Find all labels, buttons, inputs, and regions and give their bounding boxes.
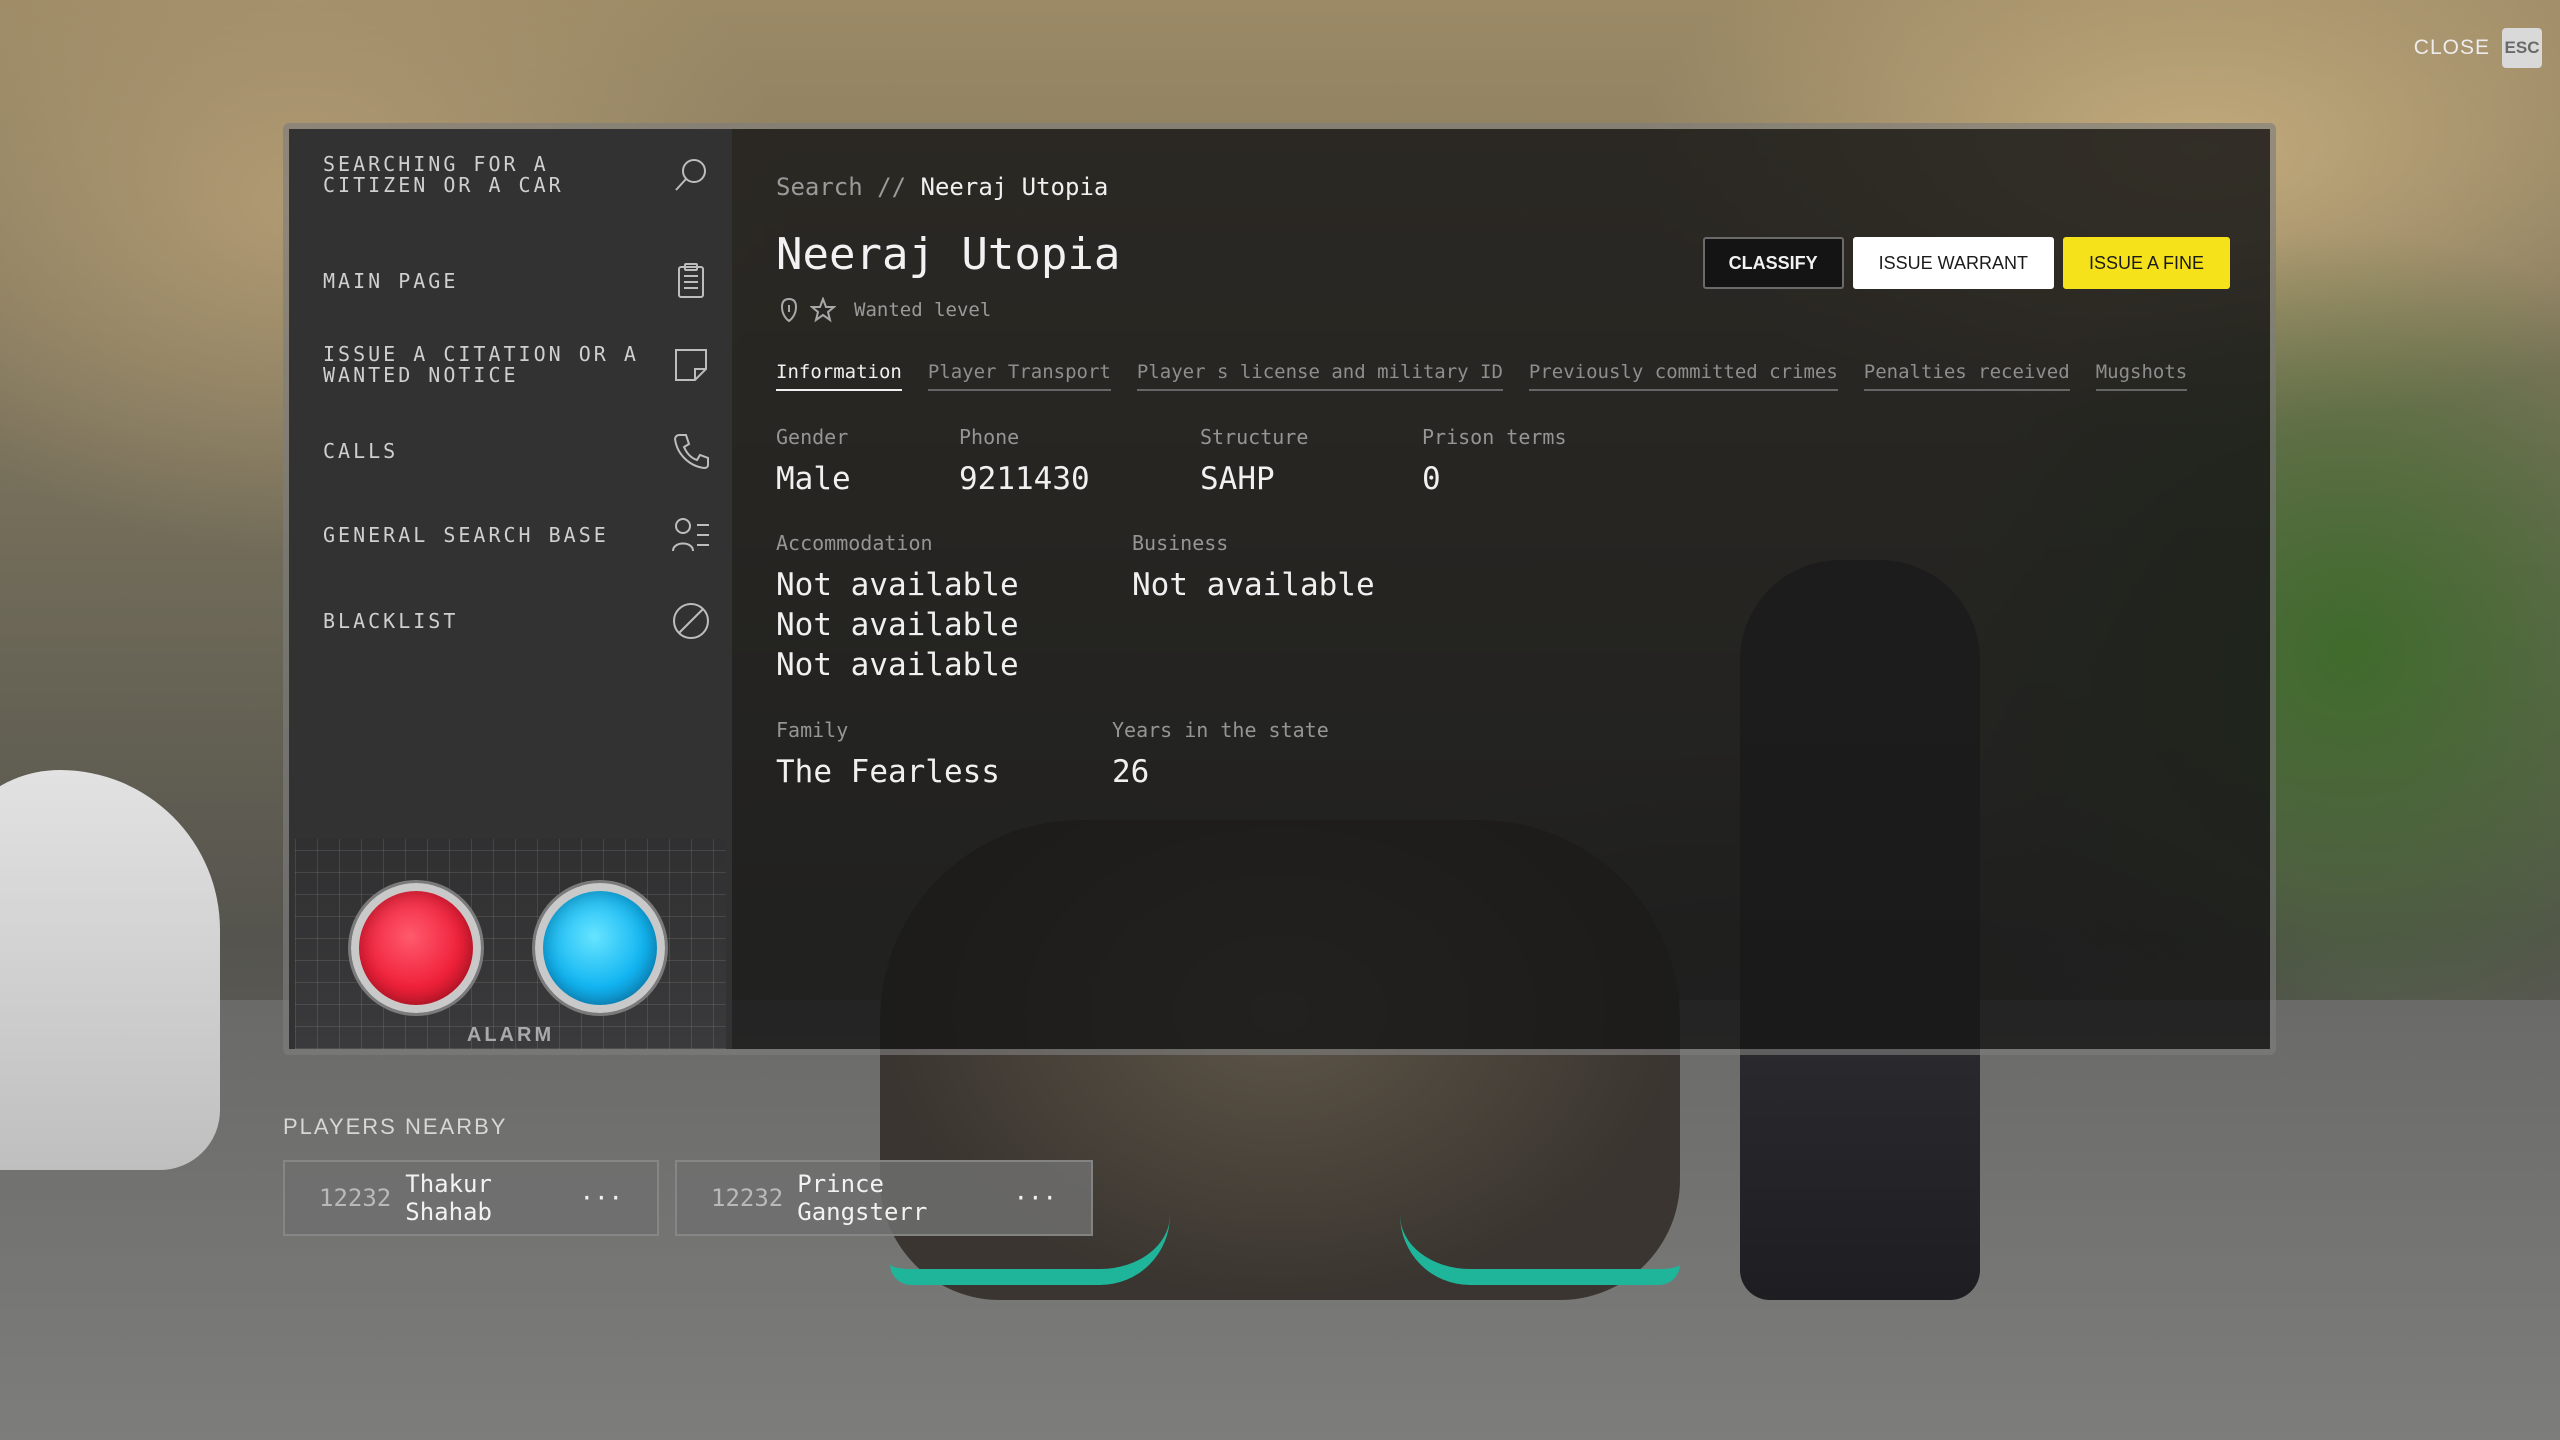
- alarm-red-button[interactable]: [351, 883, 481, 1013]
- accommodation-label: Accommodation: [776, 531, 933, 555]
- alarm-blue-button[interactable]: [535, 883, 665, 1013]
- note-icon: [669, 343, 713, 387]
- family-label: Family: [776, 718, 849, 742]
- sidebar: SEARCHING FOR A CITIZEN OR A CAR MAIN PA…: [289, 129, 732, 1049]
- user-list-icon: [669, 513, 713, 557]
- sidebar-item-blacklist[interactable]: BLACKLIST: [323, 599, 713, 643]
- nearby-player-card[interactable]: 12232 Thakur Shahab ···: [283, 1160, 659, 1236]
- structure-field: Structure SAHP: [1200, 425, 1308, 499]
- sidebar-item-search[interactable]: SEARCHING FOR A CITIZEN OR A CAR: [323, 153, 713, 197]
- phone-field: Phone 9211430: [959, 425, 1090, 499]
- prison-terms-label: Prison terms: [1422, 425, 1567, 449]
- sidebar-item-general-search[interactable]: GENERAL SEARCH BASE: [323, 513, 713, 557]
- action-buttons: CLASSIFY ISSUE WARRANT ISSUE A FINE: [1702, 237, 2230, 289]
- content-area: Search // Neeraj Utopia Neeraj Utopia Wa…: [732, 129, 2270, 1049]
- gender-field: Gender Male: [776, 425, 851, 499]
- sidebar-item-label: GENERAL SEARCH BASE: [323, 522, 609, 547]
- accommodation-value: Not available: [776, 607, 1019, 643]
- star-icon: [810, 297, 836, 323]
- tab-player-transport[interactable]: Player Transport: [927, 361, 1111, 391]
- tab-bar: Information Player Transport Player s li…: [776, 361, 2188, 391]
- issue-fine-button[interactable]: ISSUE A FINE: [2062, 237, 2230, 289]
- player-name: Prince Gangsterr: [797, 1170, 928, 1226]
- player-name: Thakur Shahab: [405, 1170, 492, 1226]
- shield-icon: [780, 297, 798, 323]
- tab-penalties[interactable]: Penalties received: [1863, 361, 2070, 391]
- players-nearby-title: PLAYERS NEARBY: [283, 1114, 508, 1139]
- family-field: Family The Fearless: [776, 718, 1000, 792]
- phone-label: Phone: [959, 425, 1020, 449]
- background-car-light-right: [1400, 1215, 1680, 1285]
- phone-icon: [669, 429, 713, 473]
- accommodation-value: Not available: [776, 647, 1019, 683]
- years-value: 26: [1112, 754, 1150, 790]
- breadcrumb: Search // Neeraj Utopia: [776, 173, 1108, 201]
- player-id: 12232: [711, 1184, 784, 1212]
- tab-information[interactable]: Information: [776, 361, 902, 391]
- years-label: Years in the state: [1112, 718, 1329, 742]
- breadcrumb-root[interactable]: Search: [776, 173, 863, 201]
- sidebar-item-label: SEARCHING FOR A CITIZEN OR A CAR: [323, 152, 564, 197]
- accommodation-value: Not available: [776, 567, 1019, 603]
- years-field: Years in the state 26: [1112, 718, 1329, 792]
- breadcrumb-current: Neeraj Utopia: [920, 173, 1109, 201]
- more-options-icon[interactable]: ···: [1014, 1184, 1057, 1212]
- wanted-level-label: Wanted level: [854, 299, 992, 321]
- sidebar-item-label: CALLS: [323, 438, 399, 463]
- alarm-label: ALARM: [466, 1024, 555, 1046]
- close-control[interactable]: CLOSE ESC: [2414, 28, 2542, 68]
- block-icon: [669, 599, 713, 643]
- business-value: Not available: [1132, 567, 1375, 603]
- business-label: Business: [1132, 531, 1229, 555]
- wanted-level: Wanted level: [776, 297, 991, 323]
- accommodation-field: Accommodation Not available Not availabl…: [776, 531, 1019, 685]
- nearby-player-card[interactable]: 12232 Prince Gangsterr ···: [675, 1160, 1093, 1236]
- phone-value: 9211430: [959, 461, 1090, 497]
- search-icon: [669, 153, 713, 197]
- clipboard-icon: [669, 259, 713, 303]
- structure-label: Structure: [1200, 425, 1309, 449]
- prison-terms-value: 0: [1422, 461, 1441, 497]
- structure-value: SAHP: [1200, 461, 1275, 497]
- sidebar-item-label: ISSUE A CITATION OR A WANTED NOTICE: [323, 342, 639, 387]
- page-title: Neeraj Utopia: [776, 229, 1121, 280]
- issue-warrant-button[interactable]: ISSUE WARRANT: [1852, 237, 2054, 289]
- sidebar-item-label: BLACKLIST: [323, 608, 459, 633]
- tab-previous-crimes[interactable]: Previously committed crimes: [1528, 361, 1838, 391]
- sidebar-item-main-page[interactable]: MAIN PAGE: [323, 259, 713, 303]
- esc-key[interactable]: ESC: [2502, 28, 2542, 68]
- close-label: CLOSE: [2413, 36, 2490, 59]
- classify-button[interactable]: CLASSIFY: [1702, 237, 1844, 289]
- tab-license-military-id[interactable]: Player s license and military ID: [1136, 361, 1503, 391]
- family-value: The Fearless: [776, 754, 1000, 790]
- tab-mugshots[interactable]: Mugshots: [2095, 361, 2188, 391]
- sidebar-item-calls[interactable]: CALLS: [323, 429, 713, 473]
- alarm-panel: ALARM: [295, 839, 726, 1049]
- prison-terms-field: Prison terms 0: [1422, 425, 1567, 499]
- sidebar-item-label: MAIN PAGE: [323, 268, 459, 293]
- gender-label: Gender: [776, 425, 849, 449]
- background-white-car: [0, 770, 220, 1170]
- gender-value: Male: [776, 461, 851, 497]
- player-id: 12232: [319, 1184, 392, 1212]
- business-field: Business Not available: [1132, 531, 1375, 605]
- breadcrumb-separator: //: [877, 173, 907, 201]
- more-options-icon[interactable]: ···: [580, 1184, 623, 1212]
- sidebar-item-citation[interactable]: ISSUE A CITATION OR A WANTED NOTICE: [323, 343, 713, 387]
